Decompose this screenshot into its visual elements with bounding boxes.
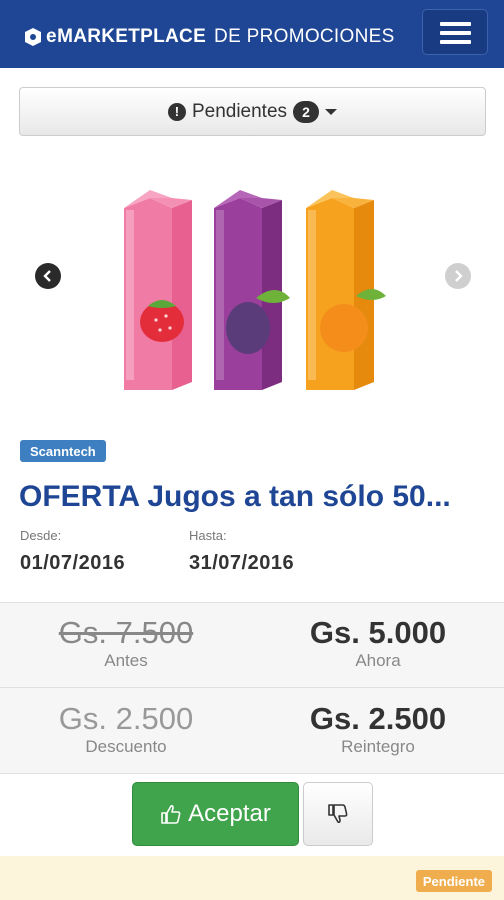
brand-e: e: [46, 26, 58, 47]
status-badge: Pendiente: [415, 870, 492, 892]
price-refund: Gs. 2.500 Reintegro: [252, 689, 504, 774]
reject-button[interactable]: [303, 782, 373, 846]
promo-status-bar: Pendiente: [0, 856, 504, 900]
product-carousel: [0, 140, 504, 420]
thumbs-up-icon: [161, 804, 181, 824]
filter-label: Pendientes: [191, 100, 288, 122]
brand-logo-link[interactable]: e MARKETPLACE DE PROMOCIONES: [22, 22, 395, 52]
brand-name: MARKETPLACE: [57, 26, 207, 47]
price-discount-label: Descuento: [85, 737, 167, 756]
from-date-label: Desde:: [20, 528, 62, 543]
product-image: [124, 190, 386, 390]
price-before-value: Gs. 7.500: [58, 615, 194, 650]
brand-subtitle: DE PROMOCIONES: [214, 26, 395, 47]
price-row: Gs. 7.500 Antes Gs. 5.000 Ahora: [0, 603, 504, 688]
thumbs-down-icon: [328, 804, 348, 824]
hamburger-menu-icon: [440, 22, 471, 26]
price-now-value: Gs. 5.000: [309, 615, 447, 650]
status-filter-dropdown[interactable]: ! Pendientes 2: [19, 87, 486, 136]
from-date-value: 01/07/2016: [20, 552, 126, 574]
price-refund-label: Reintegro: [341, 737, 415, 756]
top-navbar: e MARKETPLACE DE PROMOCIONES: [0, 0, 504, 68]
pending-count-badge: 2: [293, 100, 320, 123]
exclamation-circle-icon: !: [167, 102, 186, 121]
caret-down-icon: [325, 108, 338, 115]
ticket-logo-icon: [25, 28, 41, 46]
price-before-label: Antes: [104, 651, 148, 670]
price-summary: Gs. 7.500 Antes Gs. 5.000 Ahora Gs. 2.50…: [0, 602, 504, 774]
chevron-right-icon: [455, 270, 463, 282]
hamburger-line: [440, 40, 471, 44]
accept-button[interactable]: Aceptar: [132, 782, 299, 846]
to-date-value: 31/07/2016: [189, 552, 295, 574]
price-discount: Gs. 2.500 Descuento: [0, 689, 252, 774]
accept-button-label: Aceptar: [188, 800, 271, 827]
chevron-left-icon: [43, 270, 51, 282]
price-discount-value: Gs. 2.500: [58, 701, 194, 736]
promo-title[interactable]: OFERTA Jugos a tan sólo 50...: [19, 480, 489, 514]
price-now: Gs. 5.000 Ahora: [252, 603, 504, 688]
price-row: Gs. 2.500 Descuento Gs. 2.500 Reintegro: [0, 689, 504, 774]
hamburger-line: [440, 31, 471, 35]
price-refund-value: Gs. 2.500: [309, 701, 447, 736]
price-before: Gs. 7.500 Antes: [0, 603, 252, 688]
hamburger-menu-button[interactable]: [422, 9, 488, 55]
price-now-label: Ahora: [355, 651, 401, 670]
to-date-label: Hasta:: [189, 528, 227, 543]
provider-tag: Scanntech: [20, 440, 106, 462]
carousel-prev-button[interactable]: [35, 263, 61, 289]
carousel-next-button[interactable]: [445, 263, 471, 289]
